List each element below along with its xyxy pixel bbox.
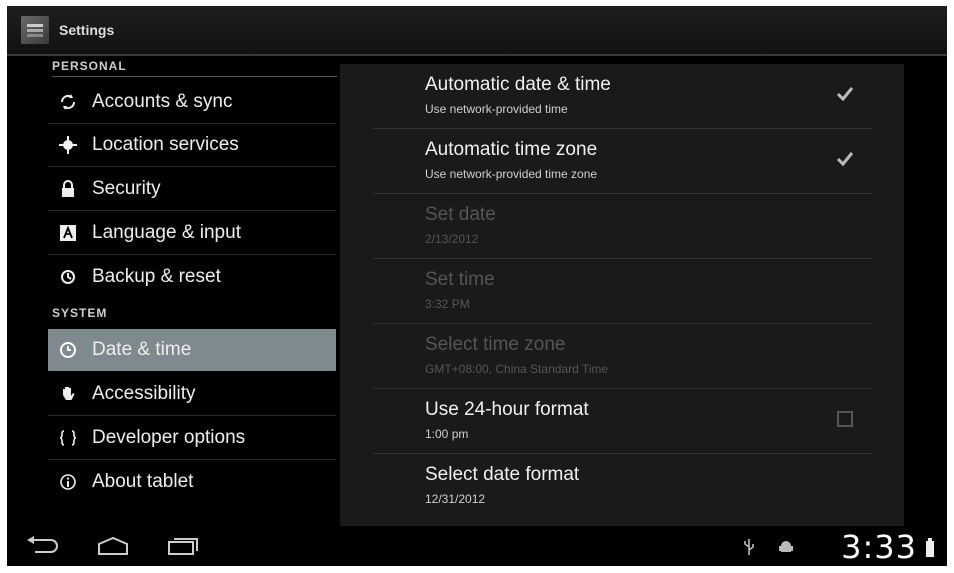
sidebar-item-label: Date & time <box>92 339 192 360</box>
sidebar-item-label: About tablet <box>92 471 194 492</box>
section-header-personal: PERSONAL <box>52 59 337 77</box>
pref-title: Select date format <box>425 464 580 485</box>
sidebar-item-label: Backup & reset <box>92 266 221 287</box>
braces-icon <box>58 428 78 448</box>
keyboard-icon <box>58 223 78 243</box>
section-header-system: SYSTEM <box>52 306 108 320</box>
lock-icon <box>58 179 78 199</box>
hand-icon <box>58 384 78 404</box>
pref-title: Select time zone <box>425 334 566 355</box>
pref-summary: 1:00 pm <box>425 427 469 441</box>
pref-summary: Use network-provided time zone <box>425 167 598 181</box>
pref-summary: 2/13/2012 <box>425 232 479 246</box>
pref-summary: GMT+08:00, China Standard Time <box>425 362 609 376</box>
sidebar-item-security[interactable]: Security <box>48 168 336 211</box>
sidebar-item-label: Location services <box>92 134 239 155</box>
pref-summary: 12/31/2012 <box>425 492 486 506</box>
action-bar: Settings <box>7 6 947 56</box>
location-icon <box>58 135 78 155</box>
android-debug-icon <box>779 541 793 552</box>
home-icon[interactable] <box>95 534 131 558</box>
system-bar: 3:33 <box>7 526 947 566</box>
sidebar-item-date-time[interactable]: Date & time <box>48 329 336 371</box>
pref-summary: Use network-provided time <box>425 102 568 116</box>
info-icon <box>58 472 78 492</box>
pref-title: Set date <box>425 204 496 225</box>
sidebar-item-label: Language & input <box>92 222 241 243</box>
pref-use-24-hour-format[interactable]: Use 24-hour format 1:00 pm <box>373 389 873 454</box>
sidebar-item-label: Accounts & sync <box>92 91 233 112</box>
checkbox-unchecked[interactable] <box>835 409 855 429</box>
sidebar-item-backup-reset[interactable]: Backup & reset <box>48 256 336 298</box>
date-time-settings-pane: Automatic date & time Use network-provid… <box>340 64 904 528</box>
pref-set-date[interactable]: Set date 2/13/2012 <box>373 194 873 259</box>
battery-icon <box>926 538 934 557</box>
app-title: Settings <box>59 22 115 38</box>
usb-icon <box>744 539 754 555</box>
pref-automatic-date-time[interactable]: Automatic date & time Use network-provid… <box>373 64 873 129</box>
status-clock: 3:33 <box>841 528 917 566</box>
sidebar-item-about-tablet[interactable]: About tablet <box>48 461 336 503</box>
back-icon[interactable] <box>25 534 61 558</box>
pref-summary: 3:32 PM <box>425 297 470 311</box>
sidebar-item-language-input[interactable]: Language & input <box>48 212 336 255</box>
pref-select-time-zone[interactable]: Select time zone GMT+08:00, China Standa… <box>373 324 873 389</box>
sidebar-item-label: Developer options <box>92 427 246 448</box>
sidebar-item-label: Accessibility <box>92 383 196 404</box>
pref-title: Set time <box>425 269 495 290</box>
tablet-screen: Settings PERSONAL Accounts & sync Locati… <box>7 6 947 566</box>
pref-set-time[interactable]: Set time 3:32 PM <box>373 259 873 324</box>
pref-title: Automatic date & time <box>425 74 611 95</box>
sidebar-item-accounts-sync[interactable]: Accounts & sync <box>48 81 336 124</box>
settings-icon[interactable] <box>21 16 49 44</box>
pref-title: Automatic time zone <box>425 139 598 160</box>
checkbox-checked[interactable] <box>835 84 855 104</box>
sidebar-item-label: Security <box>92 178 161 199</box>
recent-apps-icon[interactable] <box>165 534 201 558</box>
checkbox-checked[interactable] <box>835 149 855 169</box>
pref-automatic-time-zone[interactable]: Automatic time zone Use network-provided… <box>373 129 873 194</box>
sync-icon <box>58 92 78 112</box>
sidebar-item-location-services[interactable]: Location services <box>48 124 336 167</box>
backup-icon <box>58 267 78 287</box>
pref-title: Use 24-hour format <box>425 399 589 420</box>
settings-categories: PERSONAL Accounts & sync Location servic… <box>7 56 340 511</box>
pref-select-date-format[interactable]: Select date format 12/31/2012 <box>373 454 873 518</box>
sidebar-item-accessibility[interactable]: Accessibility <box>48 373 336 416</box>
sidebar-item-developer-options[interactable]: Developer options <box>48 417 336 460</box>
clock-icon <box>58 340 78 360</box>
